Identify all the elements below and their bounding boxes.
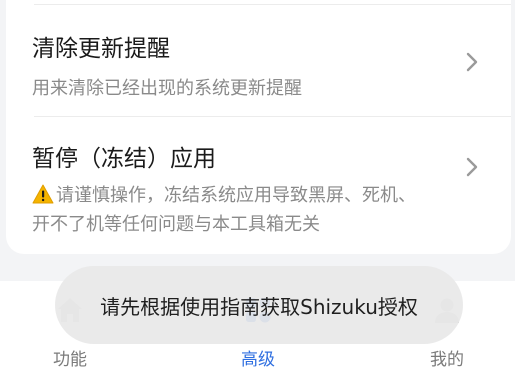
clear-update-reminder-row[interactable]: 清除更新提醒 用来清除已经出现的系统更新提醒 [6, 5, 511, 116]
freeze-app-row[interactable]: 暂停（冻结）应用 请谨慎操作，冻结系统应用导致黑屏、死机、开不了机等任何问题与本… [6, 117, 511, 254]
nav-label: 我的 [430, 350, 464, 370]
toast-message: 请先根据使用指南获取Shizuku授权 [55, 266, 463, 344]
row-description: 请谨慎操作，冻结系统应用导致黑屏、死机、开不了机等任何问题与本工具箱无关 [32, 181, 432, 239]
settings-card: 清除更新提醒 用来清除已经出现的系统更新提醒 暂停（冻结）应用 请谨慎操作，冻结… [6, 0, 511, 254]
row-title: 清除更新提醒 [32, 36, 170, 62]
chevron-right-icon [466, 157, 478, 177]
nav-label: 高级 [241, 350, 275, 370]
row-title: 暂停（冻结）应用 [32, 146, 216, 172]
chevron-right-icon [466, 52, 478, 72]
warning-text: 请谨慎操作，冻结系统应用导致黑屏、死机、开不了机等任何问题与本工具箱无关 [32, 185, 416, 235]
row-description: 用来清除已经出现的系统更新提醒 [32, 78, 302, 99]
nav-label: 功能 [53, 350, 87, 370]
warning-icon [32, 184, 54, 204]
